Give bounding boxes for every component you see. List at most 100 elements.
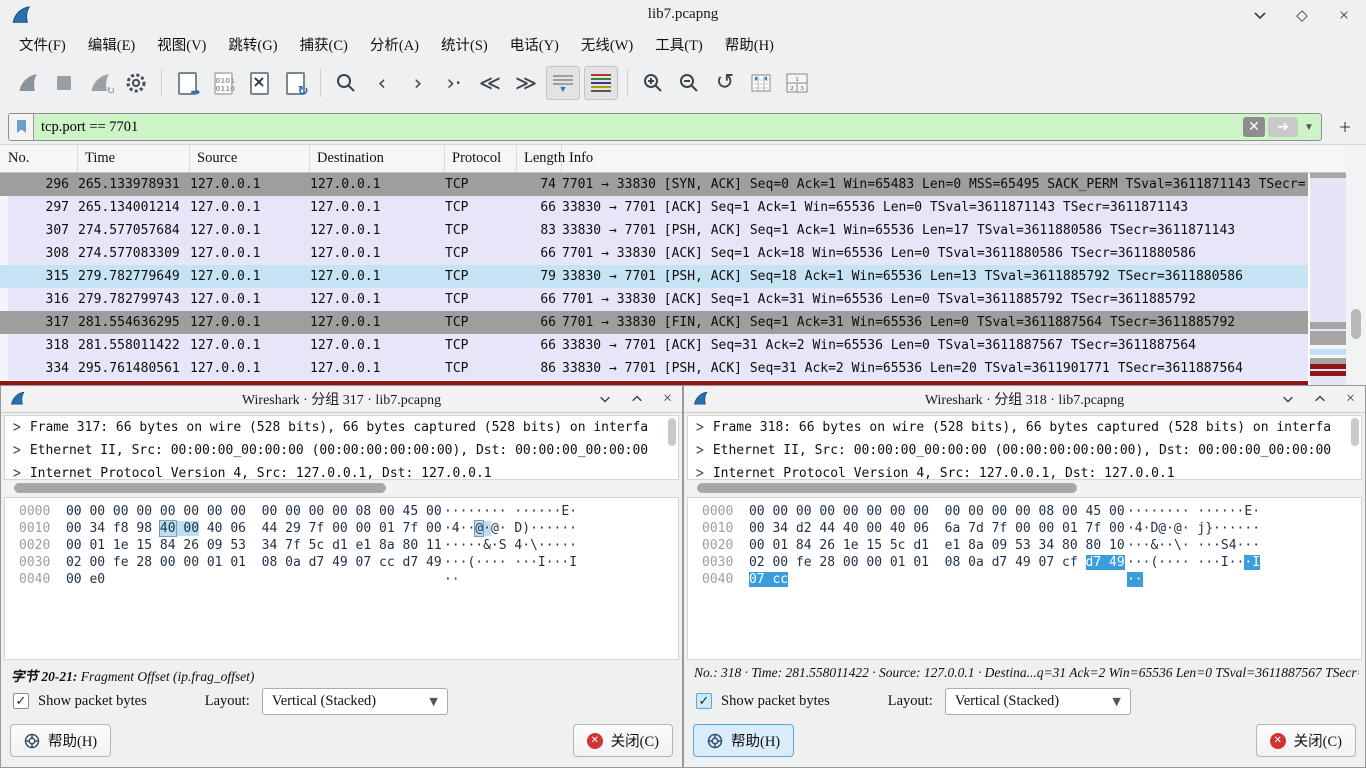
column-header-destination[interactable]: Destination (310, 145, 445, 172)
tree-row[interactable]: >Internet Protocol Version 4, Src: 127.0… (688, 462, 1361, 480)
column-header-source[interactable]: Source (190, 145, 310, 172)
auto-scroll-button[interactable]: ▼ (546, 66, 580, 100)
menu-item[interactable]: 统计(S) (430, 31, 499, 58)
menu-item[interactable]: 编辑(E) (77, 31, 147, 58)
zoom-reset-button[interactable]: ↺ (709, 67, 741, 99)
minimize-icon[interactable] (599, 393, 611, 405)
menu-item[interactable]: 无线(W) (570, 31, 644, 58)
tree-row[interactable]: >Frame 318: 66 bytes on wire (528 bits),… (688, 416, 1361, 439)
tree-row[interactable]: >Ethernet II, Src: 00:00:00_00:00:00 (00… (5, 439, 678, 462)
file-close-button[interactable]: × (243, 67, 275, 99)
capture-stop-button[interactable] (48, 67, 80, 99)
intelligent-scrollbar-minimap[interactable] (1310, 173, 1346, 385)
tree-row[interactable]: >Internet Protocol Version 4, Src: 127.0… (5, 462, 678, 480)
close-icon[interactable]: × (663, 390, 672, 408)
maximize-icon[interactable] (1314, 393, 1326, 405)
packet-row-297[interactable]: 297265.134001214127.0.0.1127.0.0.1TCP663… (0, 196, 1308, 219)
menu-item[interactable]: 捕获(C) (289, 31, 359, 58)
horizontal-scrollbar[interactable] (4, 482, 679, 494)
go-last-button[interactable]: ≫ (510, 67, 542, 99)
hex-line[interactable]: 0010 00 34 d2 44 40 00 40 06 6a 7d 7f 00… (702, 520, 1361, 537)
packet-detail-tree[interactable]: >Frame 317: 66 bytes on wire (528 bits),… (4, 415, 679, 480)
layout-pick-button[interactable]: 123 (781, 67, 813, 99)
packet-row-308[interactable]: 308274.577083309127.0.0.1127.0.0.1TCP667… (0, 242, 1308, 265)
horizontal-scrollbar[interactable] (687, 482, 1362, 494)
clear-filter-icon[interactable]: ✕ (1243, 117, 1265, 137)
column-header-time[interactable]: Time (78, 145, 190, 172)
menu-item[interactable]: 帮助(H) (714, 31, 785, 58)
tree-row[interactable]: >Ethernet II, Src: 00:00:00_00:00:00 (00… (688, 439, 1361, 462)
layout-select[interactable]: Vertical (Stacked) ▼ (945, 688, 1131, 715)
bookmark-icon[interactable] (9, 114, 34, 140)
menu-item[interactable]: 视图(V) (146, 31, 217, 58)
file-save-button[interactable]: 01010110 (207, 67, 239, 99)
help-button[interactable]: 帮助(H) (10, 724, 111, 757)
filter-expression[interactable]: tcp.port == 7701 (34, 119, 1243, 136)
zoom-in-button[interactable] (637, 67, 669, 99)
resize-columns-button[interactable] (745, 67, 777, 99)
add-filter-button[interactable]: + (1332, 117, 1358, 138)
menu-item[interactable]: 文件(F) (8, 31, 77, 58)
packet-row-334[interactable]: 334295.761480561127.0.0.1127.0.0.1TCP863… (0, 357, 1308, 380)
hex-line[interactable]: 0020 00 01 84 26 1e 15 5c d1 e1 8a 09 53… (702, 537, 1361, 554)
close-icon[interactable]: × (1336, 7, 1352, 23)
close-button[interactable]: ✕ 关闭(C) (1256, 724, 1356, 757)
menu-item[interactable]: 分析(A) (359, 31, 430, 58)
expander-icon[interactable]: > (13, 418, 21, 437)
tree-scrollbar-handle[interactable] (1351, 418, 1359, 446)
go-previous-button[interactable]: ‹ (366, 67, 398, 99)
menu-item[interactable]: 跳转(G) (217, 31, 288, 58)
minimize-icon[interactable] (1282, 393, 1294, 405)
tree-row[interactable]: >Frame 317: 66 bytes on wire (528 bits),… (5, 416, 678, 439)
hex-dump-pane[interactable]: 0000 00 00 00 00 00 00 00 00 00 00 00 00… (687, 497, 1362, 660)
maximize-icon[interactable]: ◇ (1294, 7, 1310, 23)
column-header-length[interactable]: Length (517, 145, 562, 172)
apply-filter-icon[interactable]: ➔ (1268, 117, 1298, 137)
show-packet-bytes-checkbox[interactable]: ✓ (696, 693, 712, 709)
packet-row-296[interactable]: 296265.133978931127.0.0.1127.0.0.1TCP747… (0, 173, 1308, 196)
scrollbar-handle[interactable] (1351, 309, 1361, 339)
expander-icon[interactable]: > (696, 464, 704, 480)
hex-line[interactable]: 0030 02 00 fe 28 00 00 01 01 08 0a d7 49… (702, 554, 1361, 571)
close-button[interactable]: ✕ 关闭(C) (573, 724, 673, 757)
capture-start-button[interactable] (12, 67, 44, 99)
file-reload-button[interactable]: ↻ (279, 67, 311, 99)
scrollbar-handle[interactable] (697, 483, 1077, 493)
menu-item[interactable]: 工具(T) (644, 31, 714, 58)
column-header-protocol[interactable]: Protocol (445, 145, 517, 172)
packet-row-318[interactable]: 318281.558011422127.0.0.1127.0.0.1TCP663… (0, 334, 1308, 357)
hex-line[interactable]: 0000 00 00 00 00 00 00 00 00 00 00 00 00… (19, 503, 678, 520)
packet-row-317[interactable]: 317281.554636295127.0.0.1127.0.0.1TCP667… (0, 311, 1308, 334)
packet-row-307[interactable]: 307274.577057684127.0.0.1127.0.0.1TCP833… (0, 219, 1308, 242)
packet-detail-tree[interactable]: >Frame 318: 66 bytes on wire (528 bits),… (687, 415, 1362, 480)
hex-line[interactable]: 0040 07 cc·· (702, 571, 1361, 588)
minimize-icon[interactable] (1252, 7, 1268, 23)
filter-dropdown-icon[interactable]: ▼ (1301, 122, 1317, 133)
go-first-button[interactable]: ≪ (474, 67, 506, 99)
expander-icon[interactable]: > (13, 441, 21, 460)
zoom-out-button[interactable] (673, 67, 705, 99)
hex-line[interactable]: 0020 00 01 1e 15 84 26 09 53 34 7f 5c d1… (19, 537, 678, 554)
hex-line[interactable]: 0030 02 00 fe 28 00 00 01 01 08 0a d7 49… (19, 554, 678, 571)
expander-icon[interactable]: > (696, 441, 704, 460)
hex-line[interactable]: 0010 00 34 f8 98 40 00 40 06 44 29 7f 00… (19, 520, 678, 537)
colorize-button[interactable] (584, 66, 618, 100)
close-icon[interactable]: × (1346, 390, 1355, 408)
column-header-no[interactable]: No. (0, 145, 78, 172)
display-filter-input[interactable]: tcp.port == 7701 ✕ ➔ ▼ (8, 113, 1322, 141)
packet-list-scrollbar[interactable] (1346, 145, 1366, 386)
tree-scrollbar-handle[interactable] (668, 418, 676, 446)
layout-select[interactable]: Vertical (Stacked) ▼ (262, 688, 448, 715)
find-packet-button[interactable] (330, 67, 362, 99)
file-open-button[interactable]: ➦ (171, 67, 203, 99)
packet-list-header[interactable]: No.TimeSourceDestinationProtocolLengthIn… (0, 145, 1366, 173)
packet-row-316[interactable]: 316279.782799743127.0.0.1127.0.0.1TCP667… (0, 288, 1308, 311)
scrollbar-handle[interactable] (14, 483, 386, 493)
hex-dump-pane[interactable]: 0000 00 00 00 00 00 00 00 00 00 00 00 00… (4, 497, 679, 660)
capture-restart-button[interactable]: ↻ (84, 67, 116, 99)
packet-row-315[interactable]: 315279.782779649127.0.0.1127.0.0.1TCP793… (0, 265, 1308, 288)
expander-icon[interactable]: > (696, 418, 704, 437)
maximize-icon[interactable] (631, 393, 643, 405)
hex-line[interactable]: 0040 00 e0·· (19, 571, 678, 588)
hex-line[interactable]: 0000 00 00 00 00 00 00 00 00 00 00 00 00… (702, 503, 1361, 520)
